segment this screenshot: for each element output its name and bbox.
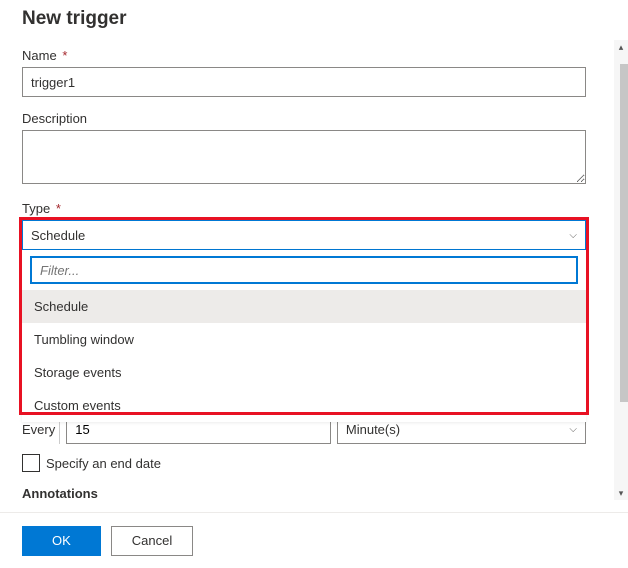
scrollbar-thumb[interactable] (620, 64, 628, 402)
type-filter-input[interactable] (30, 256, 578, 284)
cancel-button[interactable]: Cancel (111, 526, 193, 556)
name-label-text: Name (22, 48, 57, 63)
scroll-down-icon[interactable]: ▾ (614, 486, 628, 500)
type-dropdown-popup: Schedule Tumbling window Storage events … (22, 250, 586, 422)
type-field-block: Type * Schedule ⌵ Schedule Tumbling wind… (22, 201, 606, 250)
description-label: Description (22, 111, 606, 126)
panel-title: New trigger (22, 8, 606, 30)
type-dropdown-trigger[interactable]: Schedule ⌵ (22, 220, 586, 250)
type-label: Type * (22, 201, 606, 216)
type-dropdown: Schedule ⌵ Schedule Tumbling window Stor… (22, 220, 586, 250)
chevron-down-icon: ⌵ (569, 230, 577, 241)
panel-footer: OK Cancel (0, 512, 628, 568)
type-options-list: Schedule Tumbling window Storage events … (22, 290, 586, 422)
ok-button[interactable]: OK (22, 526, 101, 556)
description-field-block: Description (22, 111, 606, 187)
chevron-down-icon: ⌵ (569, 424, 577, 435)
type-selected-value: Schedule (31, 228, 85, 243)
recurrence-unit-value: Minute(s) (346, 422, 400, 437)
name-required-asterisk: * (62, 48, 67, 63)
name-field-block: Name * (22, 48, 606, 97)
type-option-tumbling-window[interactable]: Tumbling window (22, 323, 586, 356)
type-option-schedule[interactable]: Schedule (22, 290, 586, 323)
end-date-row: Specify an end date (22, 454, 161, 472)
type-required-asterisk: * (56, 201, 61, 216)
description-textarea[interactable] (22, 130, 586, 184)
type-option-storage-events[interactable]: Storage events (22, 356, 586, 389)
annotations-heading: Annotations (22, 486, 98, 501)
scroll-up-icon[interactable]: ▴ (614, 40, 628, 54)
new-trigger-panel: New trigger Name * Description Type * Sc… (0, 0, 628, 500)
name-label: Name * (22, 48, 606, 63)
end-date-checkbox[interactable] (22, 454, 40, 472)
type-label-text: Type (22, 201, 50, 216)
type-option-custom-events[interactable]: Custom events (22, 389, 586, 422)
name-input[interactable] (22, 67, 586, 97)
end-date-label: Specify an end date (46, 456, 161, 471)
